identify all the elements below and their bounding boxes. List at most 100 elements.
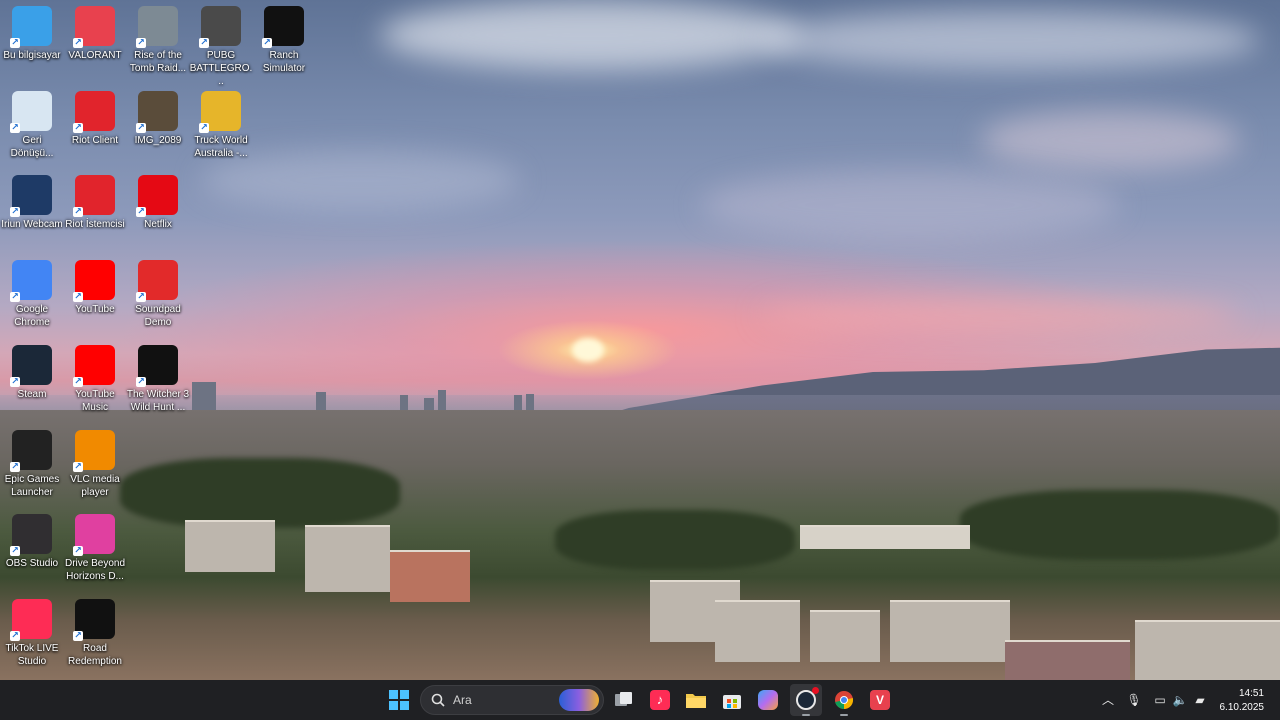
- desktop-icon-label: The Witcher 3 Wild Hunt ...: [126, 388, 190, 413]
- obs-icon: ↗: [10, 514, 52, 557]
- taskbar-search[interactable]: Ara: [420, 685, 604, 715]
- shortcut-arrow-icon: ↗: [10, 38, 20, 48]
- drive-beyond-horizons-icon: ↗: [73, 514, 115, 557]
- shortcut-arrow-icon: ↗: [73, 292, 83, 303]
- desktop-icon-soundpad[interactable]: ↗ Soundpad Demo: [126, 256, 190, 329]
- start-button[interactable]: [383, 684, 415, 716]
- sun: [572, 338, 604, 362]
- battery-icon[interactable]: ▰: [1192, 692, 1208, 708]
- desktop-icon-label: YouTube: [75, 304, 115, 316]
- steam-icon: ↗: [10, 344, 52, 387]
- desktop-icon-youtube-music[interactable]: ↗ YouTube Music: [63, 341, 127, 414]
- desktop-icon-recycle-bin[interactable]: ↗ Geri Dönüşü...: [0, 87, 64, 160]
- desktop-icon-valorant[interactable]: ↗ VALORANT: [63, 2, 127, 62]
- shortcut-arrow-icon: ↗: [199, 38, 209, 48]
- desktop-icon-truck-world[interactable]: ↗ Truck World Australia -...: [189, 87, 253, 160]
- chevron-up-icon[interactable]: ︿: [1100, 692, 1116, 708]
- shortcut-arrow-icon: ↗: [10, 461, 20, 472]
- desktop-icon-drive-beyond-horizons[interactable]: ↗ Drive Beyond Horizons D...: [63, 510, 127, 583]
- desktop-icon-label: Rise of the Tomb Raid...: [129, 50, 187, 74]
- desktop-icon-label: Iriun Webcam: [1, 219, 63, 231]
- webcam-icon: ↗: [10, 175, 52, 218]
- clock-date: 6.10.2025: [1219, 702, 1265, 713]
- clock[interactable]: 14:51 6.10.2025: [1210, 686, 1265, 716]
- desktop-icon-label: Drive Beyond Horizons D...: [64, 558, 126, 583]
- desktop-icon-epic-games[interactable]: ↗ Epic Games Launcher: [0, 426, 64, 499]
- file-explorer-button[interactable]: [680, 684, 712, 716]
- folder-icon: [686, 694, 706, 708]
- desktop-icon-label: IMG_2089: [134, 134, 182, 146]
- desktop-icon-chrome[interactable]: ↗ Google Chrome: [0, 256, 64, 329]
- desktop-icon-label: Netflix: [144, 219, 172, 231]
- shortcut-arrow-icon: ↗: [136, 376, 146, 387]
- desktop-icon-label: TikTok LIVE Studio: [5, 642, 59, 667]
- shortcut-arrow-icon: ↗: [73, 38, 83, 48]
- pubg-icon: ↗: [199, 6, 241, 48]
- steam-app-button[interactable]: [790, 684, 822, 716]
- witcher-icon: ↗: [136, 344, 178, 387]
- desktop-icon-label: YouTube Music: [75, 388, 115, 413]
- shortcut-arrow-icon: ↗: [10, 630, 20, 641]
- desktop-icon-netflix[interactable]: ↗ Netflix: [126, 171, 190, 231]
- desktop-icon-riot-client[interactable]: ↗ Riot İstemcisi: [63, 171, 127, 231]
- desktop-icon-riot-client[interactable]: ↗ Riot Client: [63, 87, 127, 147]
- shortcut-arrow-icon: ↗: [10, 376, 20, 387]
- shortcut-arrow-icon: ↗: [10, 292, 20, 303]
- desktop-icon-vlc[interactable]: ↗ VLC media player: [63, 426, 127, 499]
- chrome-icon: ↗: [10, 260, 52, 303]
- shortcut-arrow-icon: ↗: [73, 122, 83, 133]
- desktop-icon-obs[interactable]: ↗ OBS Studio: [0, 510, 64, 570]
- network-icon[interactable]: ▭: [1152, 692, 1168, 708]
- shortcut-arrow-icon: ↗: [199, 122, 209, 133]
- desktop-icon-label: VLC media player: [70, 473, 120, 498]
- ranch-simulator-icon: ↗: [262, 6, 304, 48]
- desktop-icon-tomb-raider[interactable]: ↗ Rise of the Tomb Raid...: [126, 2, 190, 75]
- desktop-icon-label: Riot İstemcisi: [65, 219, 125, 231]
- desktop-icon-tiktok-live[interactable]: ↗ TikTok LIVE Studio: [0, 595, 64, 668]
- desktop-icon-road-redemption[interactable]: ↗ Road Redemption: [63, 595, 127, 668]
- copilot-icon: [758, 690, 778, 710]
- desktop-icon-label: Google Chrome: [14, 304, 50, 329]
- chrome-app-button[interactable]: [828, 684, 860, 716]
- desktop-icon-witcher[interactable]: ↗ The Witcher 3 Wild Hunt ...: [126, 341, 190, 414]
- desktop-icon-label: Steam: [17, 388, 47, 400]
- tiktok-live-icon: ↗: [10, 598, 52, 641]
- desktop-icon-label: Bu bilgisayar: [3, 50, 61, 61]
- shortcut-arrow-icon: ↗: [136, 38, 146, 48]
- shortcut-arrow-icon: ↗: [10, 122, 20, 133]
- image-thumbnail-icon: ↗: [136, 90, 178, 133]
- valorant-app-button[interactable]: V: [864, 684, 896, 716]
- desktop-icon-ranch-simulator[interactable]: ↗ Ranch Simulator: [252, 2, 316, 75]
- task-view-button[interactable]: [608, 684, 640, 716]
- search-highlight-icon: [559, 689, 599, 711]
- desktop-icon-steam[interactable]: ↗ Steam: [0, 341, 64, 401]
- shortcut-arrow-icon: ↗: [136, 207, 146, 218]
- desktop-icon-webcam[interactable]: ↗ Iriun Webcam: [0, 171, 64, 231]
- road-redemption-icon: ↗: [73, 598, 115, 641]
- clock-time: 14:51: [1238, 688, 1264, 699]
- copilot-button[interactable]: [752, 684, 784, 716]
- desktop-icon-pubg[interactable]: ↗ PUBG BATTLEGRO...: [189, 2, 253, 88]
- desktop-icon-label: VALORANT: [68, 50, 122, 61]
- desktop-icon-youtube[interactable]: ↗ YouTube: [63, 256, 127, 316]
- store-icon: [723, 695, 741, 709]
- desktop-icon-label: Truck World Australia -...: [194, 134, 248, 159]
- vlc-icon: ↗: [73, 429, 115, 472]
- city-landscape: [0, 410, 1280, 680]
- desktop-icon-label: Road Redemption: [68, 642, 122, 667]
- tiktok-app-button[interactable]: ♪: [644, 684, 676, 716]
- valorant-icon: ↗: [73, 6, 115, 48]
- epic-games-icon: ↗: [10, 429, 52, 472]
- microphone-icon[interactable]: 🎙: [1126, 692, 1142, 708]
- speaker-icon[interactable]: 🔈: [1172, 692, 1188, 708]
- microsoft-store-button[interactable]: [716, 684, 748, 716]
- desktop-icon-image-thumbnail[interactable]: ↗ IMG_2089: [126, 87, 190, 147]
- youtube-music-icon: ↗: [73, 344, 115, 387]
- shortcut-arrow-icon: ↗: [73, 546, 83, 557]
- recycle-bin-icon: ↗: [10, 90, 52, 133]
- desktop-icon-monitor[interactable]: ↗ Bu bilgisayar: [0, 2, 64, 62]
- desktop-icon-label: Soundpad Demo: [135, 304, 181, 329]
- shortcut-arrow-icon: ↗: [10, 546, 20, 557]
- netflix-icon: ↗: [136, 175, 178, 218]
- shortcut-arrow-icon: ↗: [73, 461, 83, 472]
